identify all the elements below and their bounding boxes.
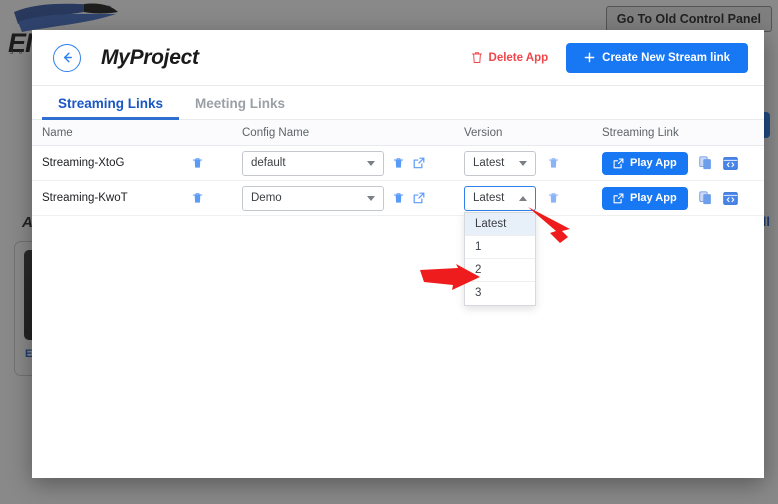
modal-tabs: Streaming Links Meeting Links <box>32 86 764 120</box>
embed-code-icon[interactable] <box>723 192 738 205</box>
column-header-link: Streaming Link <box>602 127 764 139</box>
trash-icon <box>192 157 203 169</box>
version-select-value: Latest <box>473 157 519 169</box>
trash-icon <box>548 157 559 169</box>
external-edit-icon <box>413 157 425 169</box>
tab-meeting-links[interactable]: Meeting Links <box>179 96 301 119</box>
version-option-2[interactable]: 2 <box>465 259 535 282</box>
project-modal: MyProject Delete App Create New Stream l… <box>32 30 764 478</box>
version-option-1[interactable]: 1 <box>465 236 535 259</box>
edit-config-icon[interactable] <box>413 157 425 169</box>
delete-stream-icon[interactable] <box>192 157 203 169</box>
column-header-config: Config Name <box>242 127 464 139</box>
cell-streaming-link: Play App <box>602 187 764 210</box>
chevron-down-icon <box>519 161 527 166</box>
version-select-value: Latest <box>473 192 519 204</box>
play-app-label: Play App <box>630 157 677 169</box>
copy-icon <box>699 191 712 205</box>
external-link-icon <box>613 158 624 169</box>
cell-name: Streaming-XtoG <box>42 157 242 169</box>
create-new-stream-link-button[interactable]: Create New Stream link <box>566 43 748 73</box>
delete-app-label: Delete App <box>489 52 549 64</box>
version-select[interactable]: Latest <box>464 151 536 176</box>
modal-header-actions: Delete App Create New Stream link <box>471 43 748 73</box>
stream-name-label: Streaming-XtoG <box>42 157 192 169</box>
config-select[interactable]: default <box>242 151 384 176</box>
code-embed-icon <box>723 192 738 205</box>
version-option-latest[interactable]: Latest <box>465 213 535 236</box>
embed-code-icon[interactable] <box>723 157 738 170</box>
table-header-row: Name Config Name Version Streaming Link <box>32 120 764 146</box>
delete-app-button[interactable]: Delete App <box>471 51 549 64</box>
version-dropdown-list: Latest 1 2 3 <box>464 212 536 306</box>
version-select-open[interactable]: Latest <box>464 186 536 211</box>
delete-config-icon[interactable] <box>393 157 404 169</box>
column-header-version: Version <box>464 127 602 139</box>
delete-version-icon[interactable] <box>548 192 559 204</box>
streaming-links-table: Name Config Name Version Streaming Link … <box>32 120 764 216</box>
back-arrow-icon[interactable] <box>53 44 81 72</box>
plus-icon <box>584 52 595 63</box>
chevron-down-icon <box>367 196 375 201</box>
external-link-icon <box>613 193 624 204</box>
tab-streaming-links[interactable]: Streaming Links <box>42 96 179 119</box>
cell-version: Latest <box>464 151 602 176</box>
trash-icon <box>192 192 203 204</box>
copy-link-icon[interactable] <box>699 191 712 205</box>
trash-icon <box>548 192 559 204</box>
version-option-3[interactable]: 3 <box>465 282 535 305</box>
table-row: Streaming-XtoG default <box>32 146 764 181</box>
play-app-button[interactable]: Play App <box>602 187 688 210</box>
trash-icon <box>393 157 404 169</box>
copy-link-icon[interactable] <box>699 156 712 170</box>
play-app-button[interactable]: Play App <box>602 152 688 175</box>
config-select[interactable]: Demo <box>242 186 384 211</box>
column-header-name: Name <box>42 127 242 139</box>
edit-config-icon[interactable] <box>413 192 425 204</box>
delete-version-icon[interactable] <box>548 157 559 169</box>
page-title: MyProject <box>101 46 199 70</box>
trash-icon <box>471 51 483 64</box>
config-select-value: default <box>251 157 367 169</box>
code-embed-icon <box>723 157 738 170</box>
trash-icon <box>393 192 404 204</box>
modal-header: MyProject Delete App Create New Stream l… <box>32 30 764 86</box>
copy-icon <box>699 156 712 170</box>
cell-name: Streaming-KwoT <box>42 192 242 204</box>
cell-version: Latest Latest 1 2 3 <box>464 186 602 211</box>
config-select-value: Demo <box>251 192 367 204</box>
arrow-left-icon <box>60 50 75 65</box>
cell-config: default <box>242 151 464 176</box>
table-row: Streaming-KwoT Demo <box>32 181 764 216</box>
play-app-label: Play App <box>630 192 677 204</box>
chevron-up-icon <box>519 196 527 201</box>
cell-streaming-link: Play App <box>602 152 764 175</box>
stream-name-label: Streaming-KwoT <box>42 192 192 204</box>
chevron-down-icon <box>367 161 375 166</box>
cell-config: Demo <box>242 186 464 211</box>
external-edit-icon <box>413 192 425 204</box>
delete-config-icon[interactable] <box>393 192 404 204</box>
create-button-label: Create New Stream link <box>602 52 730 64</box>
delete-stream-icon[interactable] <box>192 192 203 204</box>
